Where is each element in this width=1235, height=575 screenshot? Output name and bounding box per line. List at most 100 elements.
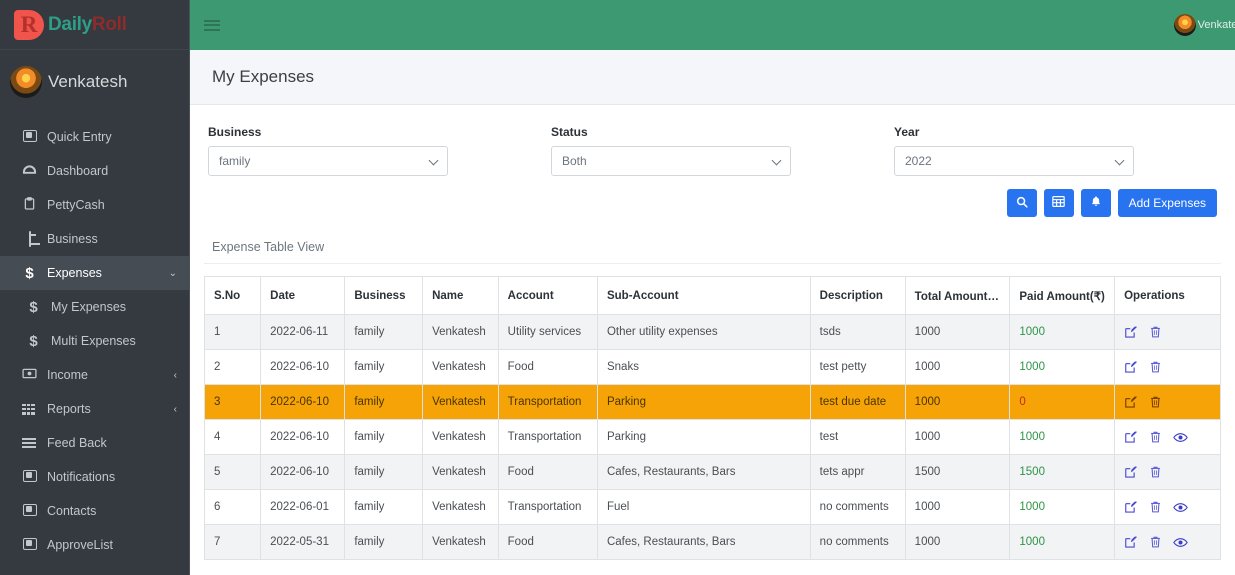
filter-select-wrap: Both	[551, 146, 791, 176]
delete-icon[interactable]	[1149, 395, 1162, 409]
cell-paid: 1000	[1009, 524, 1116, 560]
cell-date: 2022-06-11	[260, 314, 346, 350]
sidebar-item-business[interactable]: Business	[0, 222, 189, 256]
delete-icon[interactable]	[1149, 430, 1162, 444]
status-select[interactable]: Both	[551, 146, 791, 176]
edit-icon[interactable]	[1124, 360, 1138, 374]
business-select[interactable]: family	[208, 146, 448, 176]
edit-icon[interactable]	[1124, 325, 1138, 339]
cell-description: no comments	[809, 524, 906, 560]
table-row[interactable]: 5 2022-06-10 family Venkatesh Food Cafes, Res…	[203, 454, 1221, 490]
sidebar-item-label: Expenses	[47, 266, 102, 280]
cell-name: Venkatesh	[422, 489, 499, 525]
cell-account: Utility services	[497, 314, 598, 350]
cell-operations	[1114, 524, 1221, 560]
cell-sub-account: Snaks	[596, 349, 811, 385]
sidebar-item-label: ApproveList	[47, 538, 114, 552]
cell-name: Venkatesh	[422, 524, 499, 560]
brand-logo[interactable]: R DailyRoll	[0, 0, 189, 50]
column-header: S.No	[203, 276, 262, 315]
sidebar-item-expenses[interactable]: $ Expenses ⌄	[0, 256, 189, 290]
sidebar-item-income[interactable]: Income ‹	[0, 358, 189, 392]
add-expenses-button[interactable]: Add Expenses	[1117, 189, 1217, 217]
operations-group	[1124, 360, 1211, 374]
year-select[interactable]: 2022	[894, 146, 1134, 176]
expense-table-card: Expense Table View S.No Date Business Name A…	[203, 233, 1221, 560]
cell-sno: 4	[203, 419, 262, 455]
edit-icon[interactable]	[1124, 535, 1138, 549]
delete-icon[interactable]	[1149, 360, 1162, 374]
expense-table: S.No Date Business Name Account Sub-Account De…	[203, 276, 1221, 560]
operations-group	[1124, 535, 1211, 549]
cell-account: Food	[497, 524, 598, 560]
search-icon	[1016, 196, 1028, 211]
cell-sno: 6	[203, 489, 262, 525]
dollar-icon: $	[29, 332, 38, 350]
cell-date: 2022-05-31	[260, 524, 346, 560]
filter-group-status: Status Both	[551, 125, 791, 176]
view-icon[interactable]	[1173, 537, 1188, 548]
brand-mark-icon: R	[14, 9, 44, 40]
sidebar-item-quick-entry[interactable]: Quick Entry	[0, 120, 189, 154]
sidebar-user[interactable]: Venkatesh	[0, 50, 189, 116]
cell-operations	[1114, 419, 1221, 455]
sidebar-item-pettycash[interactable]: PettyCash	[0, 188, 189, 222]
cell-date: 2022-06-10	[260, 454, 346, 490]
table-row[interactable]: 2 2022-06-10 family Venkatesh Food Snaks test …	[203, 349, 1221, 385]
column-header: Operations	[1114, 276, 1221, 315]
sidebar-item-multi-expenses[interactable]: $ Multi Expenses	[0, 324, 189, 358]
table-row[interactable]: 6 2022-06-01 family Venkatesh Transportation…	[203, 489, 1221, 525]
filter-select-wrap: 2022	[894, 146, 1134, 176]
app-root: R DailyRoll Venkatesh Quick Entry Dashboa…	[0, 0, 1235, 575]
table-row[interactable]: 3 2022-06-10 family Venkatesh Transportation…	[203, 384, 1221, 420]
delete-icon[interactable]	[1149, 535, 1162, 549]
cell-business: family	[344, 454, 424, 490]
cell-business: family	[344, 419, 424, 455]
sidebar-item-reports[interactable]: Reports ‹	[0, 392, 189, 426]
table-view-button[interactable]	[1043, 189, 1074, 217]
table-row[interactable]: 7 2022-05-31 family Venkatesh Food Cafes, Res…	[203, 524, 1221, 560]
column-header: Date	[260, 276, 346, 315]
cell-account: Transportation	[497, 419, 598, 455]
filter-label: Year	[894, 125, 920, 139]
topbar-user-menu[interactable]: Venkatesh	[1173, 14, 1235, 36]
sidebar: R DailyRoll Venkatesh Quick Entry Dashboa…	[0, 0, 190, 575]
sidebar-item-label: Reports	[47, 402, 91, 416]
delete-icon[interactable]	[1149, 325, 1162, 339]
sidebar-item-notifications[interactable]: Notifications	[0, 460, 189, 494]
delete-icon[interactable]	[1149, 465, 1162, 479]
square-icon	[22, 537, 37, 553]
avatar	[10, 66, 42, 98]
cell-operations	[1114, 489, 1221, 525]
sidebar-item-dashboard[interactable]: Dashboard	[0, 154, 189, 188]
hamburger-icon[interactable]	[204, 19, 220, 31]
filter-group-business: Business family	[208, 125, 448, 176]
operations-group	[1124, 430, 1211, 444]
cell-operations	[1114, 454, 1221, 490]
cell-business: family	[344, 349, 424, 385]
view-icon[interactable]	[1173, 502, 1188, 513]
notification-button[interactable]	[1080, 189, 1111, 217]
edit-icon[interactable]	[1124, 395, 1138, 409]
edit-icon[interactable]	[1124, 500, 1138, 514]
sidebar-item-label: Multi Expenses	[51, 334, 136, 348]
sidebar-item-approvelist[interactable]: ApproveList	[0, 528, 189, 562]
cell-total: 1000	[904, 349, 1011, 385]
delete-icon[interactable]	[1149, 500, 1162, 514]
sidebar-item-label: Income	[47, 368, 88, 382]
brand-title-part2: Roll	[91, 13, 127, 35]
sidebar-item-label: PettyCash	[47, 198, 105, 212]
sidebar-item-my-expenses[interactable]: $ My Expenses	[0, 290, 189, 324]
table-row[interactable]: 1 2022-06-11 family Venkatesh Utility servic…	[203, 314, 1221, 350]
edit-icon[interactable]	[1124, 430, 1138, 444]
cell-business: family	[344, 524, 424, 560]
sidebar-item-label: My Expenses	[51, 300, 127, 314]
cell-operations	[1114, 314, 1221, 350]
cell-date: 2022-06-10	[260, 349, 346, 385]
view-icon[interactable]	[1173, 432, 1188, 443]
sidebar-item-feed-back[interactable]: Feed Back	[0, 426, 189, 460]
table-row[interactable]: 4 2022-06-10 family Venkatesh Transportation…	[203, 419, 1221, 455]
search-button[interactable]	[1006, 189, 1037, 217]
sidebar-item-contacts[interactable]: Contacts	[0, 494, 189, 528]
edit-icon[interactable]	[1124, 465, 1138, 479]
